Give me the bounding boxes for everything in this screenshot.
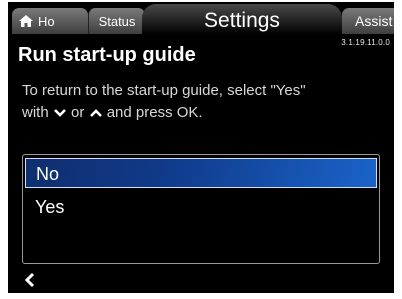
home-icon (19, 15, 33, 27)
device-screen: Ho Status Settings Assist 3.1.19.11.0.0 … (8, 2, 394, 293)
chevron-down-icon (53, 109, 66, 117)
tab-home[interactable]: Ho (12, 8, 88, 34)
tab-bar: Ho Status Settings Assist (8, 2, 394, 38)
tab-assist[interactable]: Assist (342, 8, 394, 34)
option-list: No Yes (22, 154, 380, 264)
tab-home-label: Ho (38, 13, 55, 29)
option-no[interactable]: No (25, 158, 377, 188)
instruction-or: or (71, 104, 85, 121)
version-label: 3.1.19.11.0.0 (341, 38, 390, 47)
option-yes[interactable]: Yes (25, 192, 377, 222)
instruction-line1: To return to the start-up guide, select … (22, 82, 306, 99)
tab-status[interactable]: Status (88, 8, 145, 34)
instruction-text: To return to the start-up guide, select … (22, 80, 382, 124)
page-title: Run start-up guide (18, 44, 196, 66)
instruction-press: and press OK. (106, 104, 203, 121)
instruction-with: with (22, 104, 49, 121)
tab-settings[interactable]: Settings (142, 4, 342, 38)
back-arrow-icon[interactable] (22, 272, 38, 288)
chevron-up-icon (89, 109, 102, 117)
